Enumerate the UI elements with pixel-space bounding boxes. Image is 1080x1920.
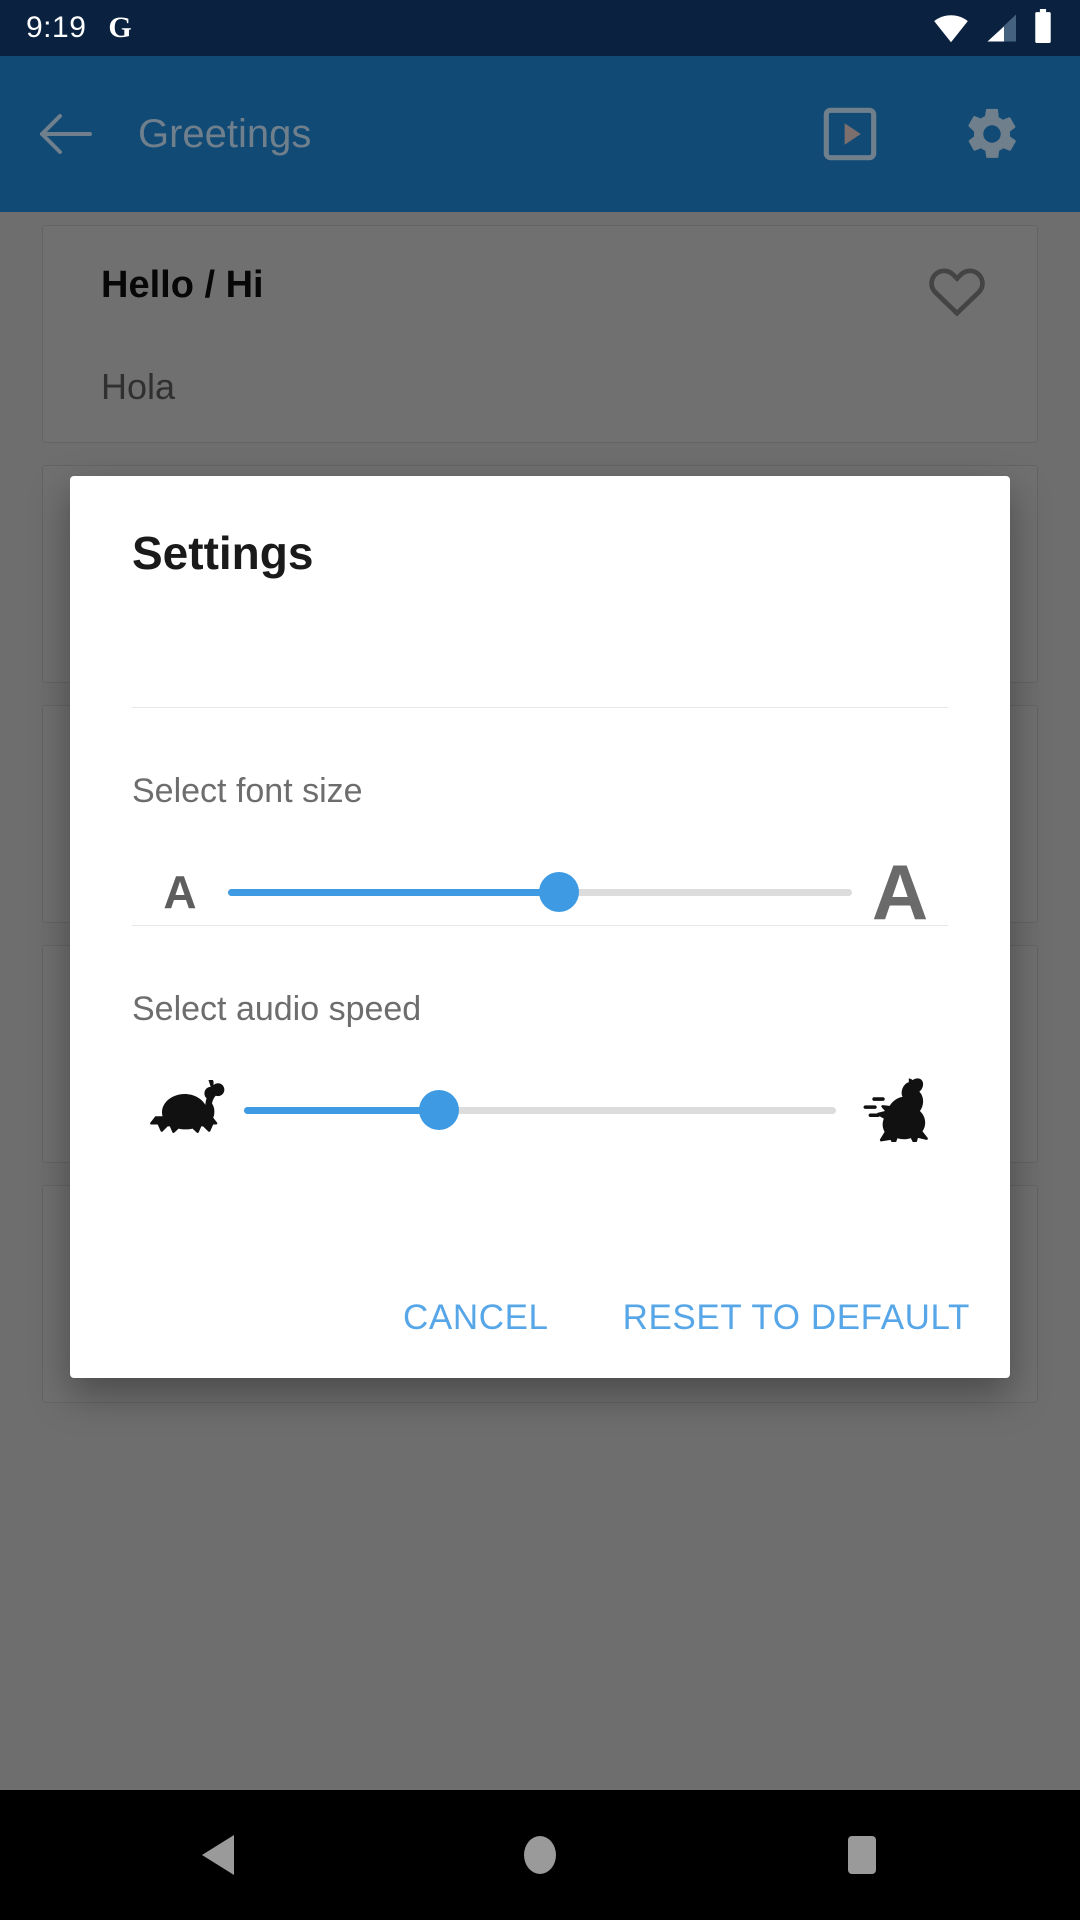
battery-icon xyxy=(1032,8,1054,48)
wifi-icon xyxy=(932,13,970,48)
audio-speed-label: Select audio speed xyxy=(132,990,422,1028)
divider xyxy=(132,925,948,926)
dialog-actions: CANCEL RESET TO DEFAULT xyxy=(399,1288,974,1348)
turtle-icon xyxy=(132,1080,244,1140)
gear-icon[interactable] xyxy=(960,102,1024,166)
font-size-small-icon: A xyxy=(163,866,197,918)
audio-speed-slider[interactable] xyxy=(244,1080,836,1140)
back-arrow-icon[interactable] xyxy=(34,102,98,166)
settings-dialog: Settings Select font size A A Select aud… xyxy=(70,476,1010,1378)
google-assistant-icon: G xyxy=(108,11,132,44)
cancel-button[interactable]: CANCEL xyxy=(399,1288,553,1348)
cellular-signal-icon xyxy=(984,13,1018,48)
dialog-title: Settings xyxy=(132,527,314,579)
app-bar-actions xyxy=(818,102,1024,166)
slider-fill xyxy=(244,1106,440,1114)
status-bar-icons xyxy=(932,8,1054,48)
app-bar: Greetings xyxy=(0,56,1080,212)
nav-recents-square-icon[interactable] xyxy=(817,1810,907,1900)
android-nav-bar xyxy=(0,1790,1080,1920)
nav-back-triangle-icon[interactable] xyxy=(173,1810,263,1900)
reset-to-default-button[interactable]: RESET TO DEFAULT xyxy=(619,1288,974,1348)
rabbit-icon xyxy=(836,1078,948,1142)
font-size-label: Select font size xyxy=(132,772,363,810)
page-title: Greetings xyxy=(138,111,312,156)
divider xyxy=(132,707,948,708)
status-bar-clock: 9:19 xyxy=(26,11,87,44)
status-bar: 9:19 G xyxy=(0,0,1080,56)
nav-home-circle-icon[interactable] xyxy=(495,1810,585,1900)
slider-thumb[interactable] xyxy=(419,1090,460,1130)
slider-fill xyxy=(228,888,559,896)
slider-thumb[interactable] xyxy=(538,872,579,912)
font-size-large-icon: A xyxy=(871,847,929,936)
font-size-slider[interactable] xyxy=(228,862,852,922)
audio-speed-slider-row xyxy=(132,1060,948,1160)
play-box-icon[interactable] xyxy=(818,102,882,166)
font-size-slider-row: A A xyxy=(132,842,948,942)
